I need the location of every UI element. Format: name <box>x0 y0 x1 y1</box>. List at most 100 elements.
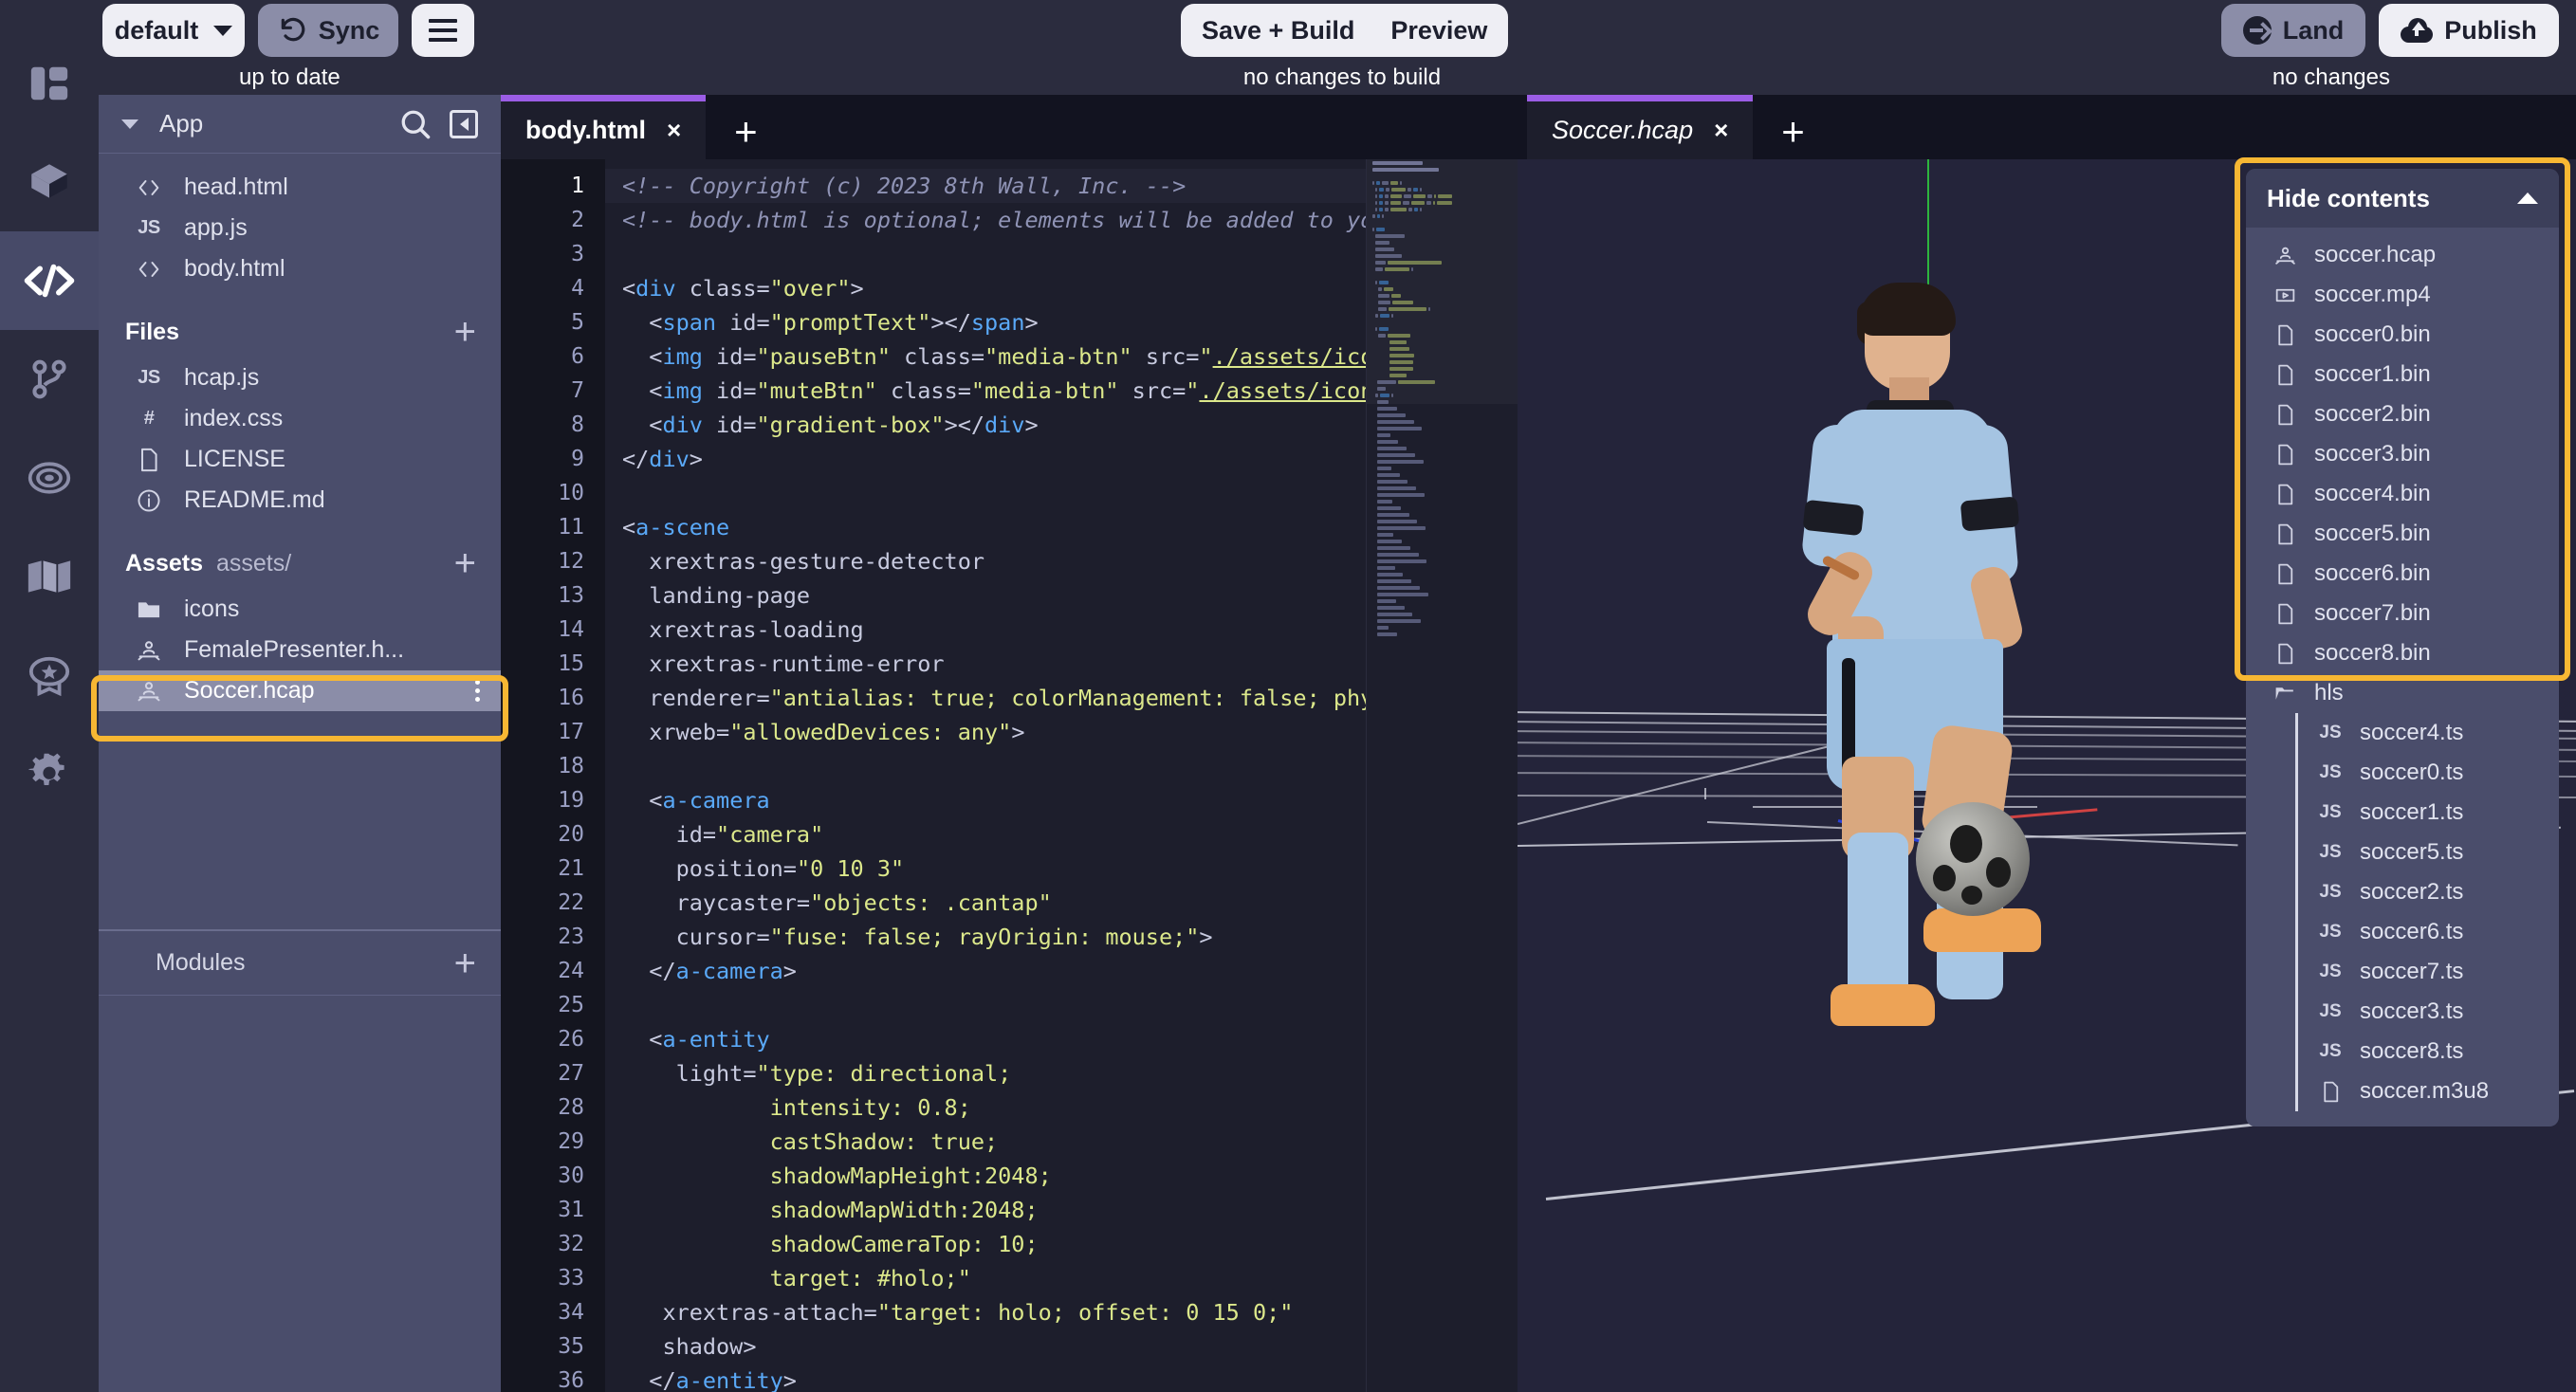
code-token: intensity: 0.8; <box>622 1094 971 1121</box>
modules-section-header: Modules + <box>99 929 501 996</box>
contents-item[interactable]: JS soccer0.ts <box>2246 753 2559 793</box>
map-icon <box>28 560 71 593</box>
code-editor: body.html × + 1 2 3 4 5 6 7 8 9 10 11 12 13 14 15 16 17 18 1… <box>501 95 1518 1392</box>
new-tab-button[interactable]: + <box>706 104 786 159</box>
sidebar-item-layout[interactable] <box>0 34 99 133</box>
line-number: 28 <box>558 1095 584 1120</box>
publish-button[interactable]: Publish <box>2379 4 2559 57</box>
minimap-line <box>1367 531 1518 538</box>
document-icon <box>2277 484 2292 504</box>
contents-item[interactable]: soccer5.bin <box>2246 514 2559 554</box>
code-token: a-camera <box>662 787 770 814</box>
contents-header[interactable]: Hide contents <box>2246 169 2559 228</box>
environment-selector[interactable]: default <box>102 4 245 57</box>
editor-tab[interactable]: Soccer.hcap × <box>1527 95 1754 159</box>
contents-item-label: hls <box>2314 680 2344 705</box>
contents-item[interactable]: JS soccer4.ts <box>2246 713 2559 753</box>
minimap-viewport-indicator[interactable] <box>1367 159 1518 404</box>
sidebar-item-map[interactable] <box>0 527 99 626</box>
contents-item[interactable]: JS soccer3.ts <box>2246 992 2559 1032</box>
contents-item[interactable]: soccer8.bin <box>2246 633 2559 673</box>
environment-label: default <box>114 15 199 45</box>
contents-item[interactable]: soccer.m3u8 <box>2246 1071 2559 1111</box>
contents-item[interactable]: JS soccer5.ts <box>2246 833 2559 872</box>
contents-item[interactable]: JS soccer7.ts <box>2246 952 2559 992</box>
line-number: 30 <box>558 1163 584 1188</box>
contents-item[interactable]: soccer0.bin <box>2246 315 2559 355</box>
search-icon[interactable] <box>398 107 432 141</box>
sidebar-item-targets[interactable] <box>0 429 99 527</box>
code-token: "media-btn" <box>984 343 1132 370</box>
minimap-line <box>1367 544 1518 551</box>
add-asset-button[interactable]: + <box>454 544 476 582</box>
asset-item[interactable]: icons <box>99 589 501 630</box>
code-area[interactable]: 1 2 3 4 5 6 7 8 9 10 11 12 13 14 15 16 17 18 19 20 21 22 23 24 2… <box>501 159 1518 1392</box>
code-minimap[interactable] <box>1366 159 1518 1392</box>
add-module-button[interactable]: + <box>454 944 476 982</box>
code-token: div <box>649 446 690 472</box>
file-explorer-body: head.html JS app.js body.html Files + JS hca… <box>99 154 501 711</box>
code-token: < <box>622 309 663 336</box>
sidebar-item-rewards[interactable] <box>0 626 99 724</box>
sync-button[interactable]: Sync <box>258 4 398 57</box>
sidebar-item-version-control[interactable] <box>0 330 99 429</box>
contents-item[interactable]: hls <box>2246 673 2559 713</box>
close-icon[interactable]: × <box>1714 116 1728 145</box>
contents-item[interactable]: soccer2.bin <box>2246 394 2559 434</box>
app-files-list: head.html JS app.js body.html <box>99 167 501 289</box>
contents-item[interactable]: soccer6.bin <box>2246 554 2559 594</box>
land-button[interactable]: Land <box>2221 4 2365 57</box>
collapse-panel-icon[interactable] <box>450 109 478 138</box>
contents-item[interactable]: JS soccer2.ts <box>2246 872 2559 912</box>
folder-icon <box>138 601 160 617</box>
contents-item[interactable]: JS soccer1.ts <box>2246 793 2559 833</box>
code-brackets-icon <box>138 261 159 277</box>
editor-tab[interactable]: body.html × <box>501 95 707 159</box>
minimap-line <box>1367 504 1518 511</box>
close-icon[interactable]: × <box>667 116 681 145</box>
app-file-item[interactable]: body.html <box>99 248 501 289</box>
document-icon-wrap <box>2271 403 2299 427</box>
contents-item[interactable]: JS soccer8.ts <box>2246 1032 2559 1071</box>
modules-section-title: Modules <box>156 949 246 976</box>
file-label: Soccer.hcap <box>184 677 315 704</box>
sidebar-item-settings[interactable] <box>0 724 99 823</box>
menu-button[interactable] <box>412 4 474 57</box>
file-item[interactable]: # index.css <box>99 398 501 439</box>
sidebar-item-assets[interactable] <box>0 133 99 231</box>
contents-item-label: soccer2.bin <box>2314 401 2431 427</box>
code-token: shadowCameraTop: 10; <box>622 1231 1039 1257</box>
line-number: 22 <box>558 890 584 915</box>
contents-item[interactable]: soccer.hcap <box>2246 235 2559 275</box>
code-token: class= <box>876 377 971 404</box>
contents-item[interactable]: soccer4.bin <box>2246 474 2559 514</box>
publish-controls: Land Publish <box>2221 4 2559 57</box>
new-tab-button[interactable]: + <box>1753 104 1833 159</box>
contents-item[interactable]: soccer7.bin <box>2246 594 2559 633</box>
asset-item[interactable]: Soccer.hcap <box>99 670 501 711</box>
contents-item[interactable]: soccer3.bin <box>2246 434 2559 474</box>
app-file-item[interactable]: head.html <box>99 167 501 208</box>
hologram-capture-icon-wrap <box>133 637 165 664</box>
contents-item[interactable]: JS soccer6.ts <box>2246 912 2559 952</box>
file-item[interactable]: LICENSE <box>99 439 501 480</box>
save-build-button[interactable]: Save + Build <box>1202 16 1354 46</box>
kebab-icon[interactable] <box>475 680 480 702</box>
contents-item[interactable]: soccer.mp4 <box>2246 275 2559 315</box>
app-file-item[interactable]: JS app.js <box>99 208 501 248</box>
chevron-up-icon[interactable] <box>2517 192 2538 204</box>
line-number: 20 <box>558 822 584 847</box>
video-file-icon <box>2275 288 2294 302</box>
code-token: "allowedDevices: any" <box>729 719 1012 745</box>
code-token: < <box>622 377 663 404</box>
chevron-down-icon[interactable] <box>121 119 138 129</box>
file-item[interactable]: JS hcap.js <box>99 357 501 398</box>
contents-item[interactable]: soccer1.bin <box>2246 355 2559 394</box>
line-number: 2 <box>571 208 584 232</box>
sidebar-item-code[interactable] <box>0 231 99 330</box>
preview-button[interactable]: Preview <box>1390 16 1487 46</box>
add-file-button[interactable]: + <box>454 313 476 351</box>
file-item[interactable]: README.md <box>99 480 501 521</box>
asset-item[interactable]: FemalePresenter.h... <box>99 630 501 670</box>
code-token: < <box>622 514 636 540</box>
